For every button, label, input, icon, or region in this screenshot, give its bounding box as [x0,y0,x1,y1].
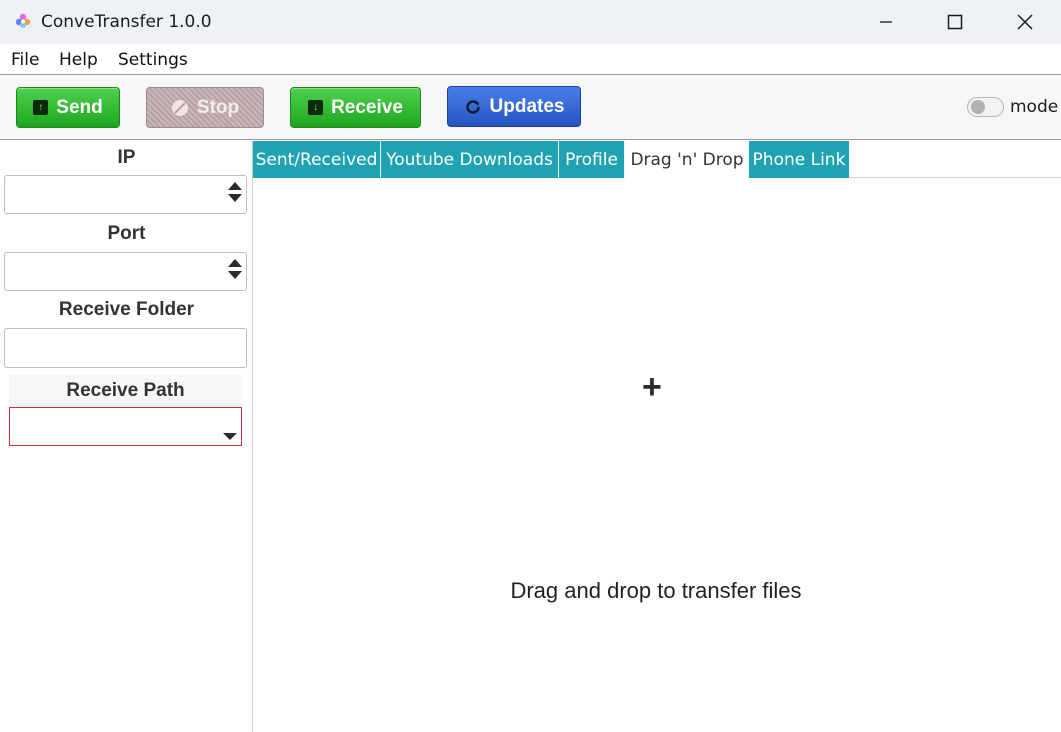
close-icon [1017,14,1033,30]
port-spinbox[interactable] [4,252,247,291]
menu-settings[interactable]: Settings [118,50,188,70]
port-spin-arrows-icon[interactable] [228,259,242,285]
drop-instructions: Drag and drop to transfer files [510,578,802,603]
ip-label: IP [117,147,136,168]
receive-folder-input[interactable] [4,328,247,368]
stop-button-label: Stop [196,96,240,118]
tab-drag-n-drop[interactable]: Drag 'n' Drop [625,141,749,178]
send-button-label: Send [56,96,103,118]
receive-path-group: Receive Path [9,375,242,446]
receive-button-label: Receive [331,96,403,118]
app-logo-icon [15,13,31,28]
toggle-knob [971,100,985,114]
window-title: ConveTransfer 1.0.0 [41,12,212,32]
tab-sent-received[interactable]: Sent/Received [253,141,381,178]
toolbar: ↑ Send Stop ↓ Receive Updates mode [0,74,1061,140]
download-icon: ↓ [308,100,324,115]
send-button[interactable]: ↑ Send [16,87,120,128]
tab-profile[interactable]: Profile [559,141,625,178]
menu-file[interactable]: File [11,50,39,70]
ip-spinbox[interactable] [4,175,247,214]
menu-bar: File Help Settings [0,44,1061,74]
receive-button[interactable]: ↓ Receive [290,87,421,128]
ip-spin-arrows-icon[interactable] [228,182,242,208]
port-label: Port [107,223,146,244]
maximize-button[interactable] [920,0,990,44]
stop-button[interactable]: Stop [146,87,264,128]
refresh-icon [465,99,480,114]
chevron-down-icon [223,433,237,440]
tab-bar: Sent/Received Youtube Downloads Profile … [253,141,1061,178]
updates-button-label: Updates [489,95,565,117]
mode-toggle[interactable] [967,97,1004,117]
app-window: ConveTransfer 1.0.0 File Help Settings ↑… [0,0,1061,732]
add-icon: + [642,368,662,406]
title-bar: ConveTransfer 1.0.0 [0,0,1061,44]
drop-zone[interactable]: + Drag and drop to transfer files [253,178,1061,732]
receive-path-label: Receive Path [66,380,185,401]
stop-icon [171,99,188,116]
receive-folder-label: Receive Folder [58,299,195,320]
tab-youtube-downloads[interactable]: Youtube Downloads [381,141,559,178]
minimize-icon [880,21,892,23]
close-button[interactable] [990,0,1060,44]
mode-toggle-label: mode [1010,97,1059,117]
upload-icon: ↑ [33,100,49,115]
tab-phone-link[interactable]: Phone Link [749,141,850,178]
menu-help[interactable]: Help [59,50,98,70]
connection-sidebar: IP Port Receive Folder Receive Path [0,141,253,732]
updates-button[interactable]: Updates [447,86,581,127]
maximize-icon [947,14,963,30]
receive-path-dropdown[interactable] [9,407,242,446]
minimize-button[interactable] [851,0,921,44]
